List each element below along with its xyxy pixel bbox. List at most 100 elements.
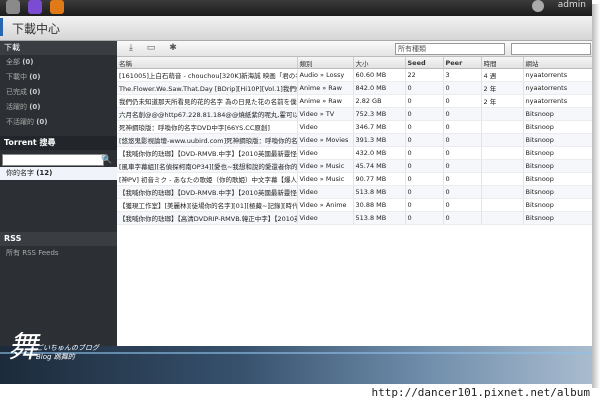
cell-size: 45.74 MB [353,159,406,173]
sidebar-item-inactive[interactable]: 不活躍的 (0) [0,115,117,130]
cell-seed: 22 [405,68,444,82]
cell-peer: 3 [443,68,482,82]
cell-size: 752.3 MB [353,107,406,121]
cell-site: Bitsnoop [523,107,592,121]
category-filter-select[interactable]: 所有種類 [395,43,505,55]
sidebar-item-label: 你的名字 [6,169,34,177]
cell-time [481,185,524,199]
sidebar-item-active[interactable]: 活躍的 (0) [0,100,117,115]
cell-seed: 0 [405,120,444,134]
cell-peer: 0 [443,146,482,160]
download-icon[interactable]: ⤓ [125,42,137,54]
main-panel: ⤓ ▭ ✱ 所有種類 名稱 類別 大小 Seed Peer 時間 網站 [161… [117,41,592,346]
window-title: 下載中心 [12,22,61,36]
cell-size: 30.88 MB [353,198,406,212]
sidebar-item-label: 不活躍的 [6,118,34,126]
column-header-seed[interactable]: Seed [405,57,444,69]
table-row[interactable]: 死神鋼琅版：呼喚你的名字DVD中字[66YS.CC原創] Video 346.7 M… [117,120,592,134]
cell-time [481,146,524,160]
user-avatar-icon[interactable] [532,0,544,12]
column-header-category[interactable]: 類別 [297,57,354,69]
results-table: 名稱 類別 大小 Seed Peer 時間 網站 [161005]上白石萌音 -… [117,57,592,225]
table-row[interactable]: [神PV] 初音ミク - あなたの歌姫（你的歌姫）中文字幕【爆人... Video… [117,172,592,186]
sidebar-item-downloading[interactable]: 下載中 (0) [0,70,117,85]
cell-category: Video [297,185,354,199]
watermark-url: http://dancer101.pixnet.net/album [371,386,590,399]
cell-size: 513.8 MB [353,185,406,199]
column-header-peer[interactable]: Peer [443,57,482,69]
table-row[interactable]: [風車字幕組][名偵探柯南OP34][愛也~我想和說的愛還者你的... Video… [117,159,592,173]
cell-site: nyaatorrents [523,81,592,95]
sidebar-item-completed[interactable]: 已完成 (0) [0,85,117,100]
cell-seed: 0 [405,159,444,173]
cell-time [481,120,524,134]
cell-seed: 0 [405,94,444,108]
cell-seed: 0 [405,133,444,147]
sidebar-item-label: 下載中 [6,73,27,81]
cell-seed: 0 [405,172,444,186]
cell-time [481,159,524,173]
cell-time [481,211,524,225]
watermark-footer: http://dancer101.pixnet.net/album [0,384,600,404]
app-icon-2[interactable] [28,0,42,14]
cell-name: 六月名創@@@http67.228.81.184@@燒紙紫的呢丸,霍可以選你的字… [117,107,298,121]
app-icon-3[interactable] [50,0,64,14]
table-row[interactable]: 【我喊你你的琺瑯】【DVD-RMVB.中字】【2010英國最新靈怪... Vide… [117,185,592,199]
cell-time [481,172,524,186]
sidebar-item-count: (0) [36,118,48,126]
sidebar: 下載 全部 (0) 下載中 (0) 已完成 (0) 活躍的 (0) 不活躍的 (… [0,41,117,346]
cell-size: 60.60 MB [353,68,406,82]
cell-peer: 0 [443,159,482,173]
torrent-search-header: Torrent 搜尋 [0,136,117,150]
frame-shadow-right [592,4,600,388]
gear-icon[interactable]: ✱ [167,42,179,54]
cell-name: 【我喊你你的琺瑯】【高清DVDRIP-RMVB.韓正中字】【2010英... [117,211,298,225]
column-header-site[interactable]: 網站 [523,57,592,69]
sidebar-download-header: 下載 [0,41,117,55]
cell-time [481,107,524,121]
torrent-search-input[interactable] [2,154,104,166]
sidebar-item-rss-all[interactable]: 所有 RSS Feeds [0,246,117,260]
sidebar-item-your-name[interactable]: 你的名字 (12) [0,167,117,180]
cell-seed: 0 [405,107,444,121]
toolbar: ⤓ ▭ ✱ 所有種類 [117,41,592,57]
cell-name: [神PV] 初音ミク - あなたの歌姫（你的歌姫）中文字幕【爆人... [117,172,298,186]
cell-site: Bitsnoop [523,120,592,134]
table-row[interactable]: 六月名創@@@http67.228.81.184@@燒紙紫的呢丸,霍可以選你的字… [117,107,592,121]
cell-size: 346.7 MB [353,120,406,134]
table-row[interactable]: 【我喊你你的琺瑯】【DVD-RMVB.中字】【2010英國最新靈怪... Vide… [117,146,592,160]
column-header-time[interactable]: 時間 [481,57,524,69]
taskbar: admin [0,0,592,16]
app-window: admin 下載中心 下載 全部 (0) 下載中 (0) 已完成 (0) 活躍的… [0,0,592,384]
window-icon[interactable]: ▭ [145,42,157,54]
cell-site: Bitsnoop [523,198,592,212]
table-row[interactable]: 【獲現工作室】[美麗林][徒場你的名字][01][極藏~記錄][時代]... Vi… [117,198,592,212]
sidebar-item-label: 已完成 [6,88,27,96]
keyword-filter-input[interactable] [511,43,591,55]
table-row[interactable]: 【我喊你你的琺瑯】【高清DVDRIP-RMVB.韓正中字】【2010英... Vi… [117,211,592,225]
sidebar-item-all[interactable]: 全部 (0) [0,55,117,70]
cell-category: Video » Music [297,159,354,173]
table-row[interactable]: 我們仍未知道那天所看見的花的名字 為の日見た花の名前を僕達は... Anime »… [117,94,592,108]
app-icon-1[interactable] [6,0,20,14]
window-titlebar: 下載中心 [0,16,592,41]
cell-category: Video » Movies [297,133,354,147]
cell-site: Bitsnoop [523,172,592,186]
watermark-text: ごいちゅんのブログ Blog 跳舞的 [36,344,99,361]
cell-size: 391.3 MB [353,133,406,147]
column-header-name[interactable]: 名稱 [117,57,298,69]
sidebar-item-label: 全部 [6,58,20,66]
table-row[interactable]: [悠悠鬼影視論壇-www.uubird.com]死神鋼琅版：呼喚你的名字... V… [117,133,592,147]
cell-site: Bitsnoop [523,211,592,225]
cell-name: The.Flower.We.Saw.That.Day [BDrip][Hi10P… [117,81,298,95]
user-name[interactable]: admin [558,0,586,10]
column-header-size[interactable]: 大小 [353,57,406,69]
cell-time [481,133,524,147]
cell-peer: 0 [443,172,482,186]
search-icon[interactable]: 🔍 [100,154,114,166]
cell-seed: 0 [405,198,444,212]
cell-peer: 0 [443,94,482,108]
table-row[interactable]: [161005]上白石萌音 - chouchou[320K]新海誠 映画「君の名… [117,68,592,82]
table-row[interactable]: The.Flower.We.Saw.That.Day [BDrip][Hi10P… [117,81,592,95]
